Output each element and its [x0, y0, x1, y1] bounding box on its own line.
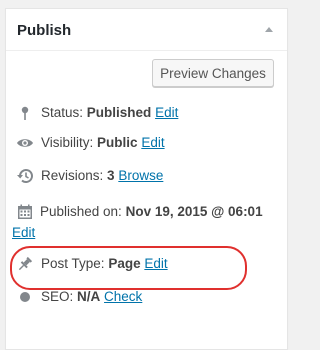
status-label: Status: [41, 105, 84, 120]
preview-changes-button[interactable]: Preview Changes [152, 59, 274, 87]
eye-icon [17, 139, 33, 147]
published-on-label: Published on: [40, 204, 122, 219]
triangle-up-icon[interactable] [265, 27, 273, 32]
pin-icon [21, 106, 29, 120]
visibility-label: Visibility: [41, 135, 94, 150]
visibility-value: Public [97, 135, 138, 150]
publish-box-title: Publish [17, 22, 72, 39]
seo-label: SEO: [41, 289, 74, 304]
status-edit-link[interactable]: Edit [155, 105, 178, 120]
published-on-value: Nov 19, 2015 @ 06:01 [125, 204, 263, 219]
status-value: Published [86, 105, 152, 120]
visibility-edit-link[interactable]: Edit [141, 135, 164, 150]
publish-box-header[interactable]: Publish [6, 9, 287, 51]
seo-value: N/A [77, 289, 101, 304]
calendar-icon [18, 204, 32, 219]
revisions-label: Revisions: [41, 168, 104, 183]
dot-icon [20, 292, 30, 302]
revisions-browse-link[interactable]: Browse [118, 168, 163, 183]
revisions-value: 3 [107, 168, 115, 183]
published-on-edit-link[interactable]: Edit [12, 223, 35, 243]
history-icon [17, 169, 33, 184]
seo-check-link[interactable]: Check [104, 289, 142, 304]
publish-box: Publish Preview Changes Status: Publishe… [5, 8, 288, 350]
annotation-highlight [10, 246, 247, 290]
